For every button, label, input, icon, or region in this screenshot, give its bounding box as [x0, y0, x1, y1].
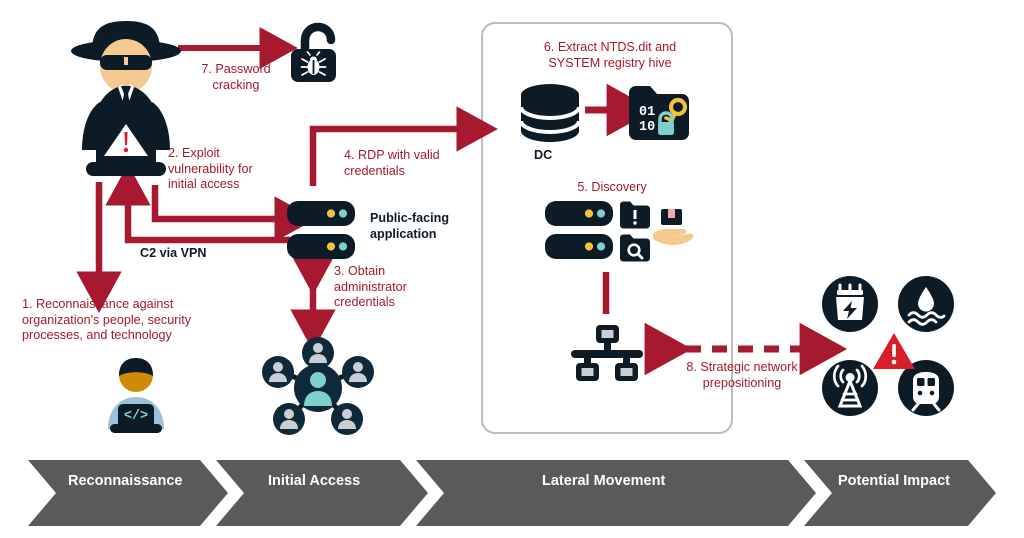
step-5-label: 5. Discovery: [577, 180, 647, 194]
step-8-label: 8. Strategic network prepositioning: [686, 360, 798, 390]
step-4-label: 4. RDP with valid credentials: [344, 148, 440, 178]
stage-chevron-potential-impact: [804, 460, 996, 526]
stage-chevron-lateral-movement: [416, 460, 816, 526]
person-coder-icon: </>: [108, 358, 164, 433]
folder-search-icon: [620, 234, 650, 262]
stage-label-potential-impact[interactable]: Potential Impact: [838, 473, 950, 489]
dc-label: DC: [534, 148, 553, 162]
public-facing-application-label: Public-facing application: [370, 211, 450, 241]
stage-label-lateral-movement[interactable]: Lateral Movement: [542, 473, 665, 489]
stage-banner: [28, 460, 996, 526]
warning-triangle-icon: [873, 333, 915, 369]
svg-text:</>: </>: [124, 409, 148, 424]
discovery-server-stack-icon: [545, 201, 613, 259]
step-2-label: 2. Exploit vulnerability for initial acc…: [168, 146, 253, 192]
database-icon: [519, 84, 581, 142]
folder-binary-key-lock-icon: 01 10: [629, 86, 689, 140]
step-7-label: 7. Password cracking: [201, 62, 271, 92]
stage-chevron-initial-access: [216, 460, 428, 526]
open-padlock-bug-icon: [291, 22, 336, 82]
stage-label-reconnaissance[interactable]: Reconnaissance: [68, 473, 182, 489]
attack-flow-diagram: </> 01 10 7. Password cracking 2. Exploi…: [0, 0, 1024, 538]
c2-via-vpn-label: C2 via VPN: [140, 246, 207, 260]
step-3-label: 3. Obtain administrator credentials: [334, 264, 407, 310]
svg-text:10: 10: [639, 120, 655, 135]
radio-tower-icon: [822, 360, 878, 416]
stage-chevron-reconnaissance: [28, 460, 228, 526]
water-icon: [898, 276, 954, 332]
people-network-icon: [262, 337, 374, 435]
network-switch-icon: [571, 325, 643, 381]
server-stack-icon: [287, 201, 355, 259]
hand-holding-box-icon: [653, 209, 694, 245]
folder-alert-icon: [620, 201, 650, 229]
power-plant-icon: [822, 276, 878, 332]
svg-text:01: 01: [639, 105, 655, 120]
step-1-label: 1. Reconnaissance against organization's…: [22, 297, 192, 343]
step-6-label: 6. Extract NTDS.dit and SYSTEM registry …: [543, 40, 677, 70]
stage-label-initial-access[interactable]: Initial Access: [268, 473, 360, 489]
